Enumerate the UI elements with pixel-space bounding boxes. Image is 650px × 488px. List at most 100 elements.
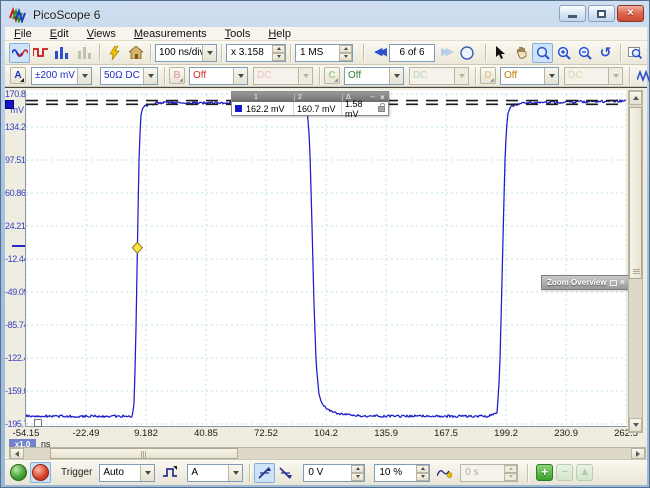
rising-edge-button[interactable] xyxy=(254,463,275,483)
trigger-level-spinner[interactable]: 0 V xyxy=(303,464,365,482)
falling-edge-button[interactable] xyxy=(275,463,296,483)
legend-close-button[interactable]: × xyxy=(377,93,388,102)
vertical-scrollbar[interactable] xyxy=(628,90,643,433)
menu-edit[interactable]: Edit xyxy=(41,28,78,40)
ruler1-value: 162.2 mV xyxy=(246,104,285,114)
channel-d-range-select[interactable]: Off xyxy=(500,67,559,85)
vertical-scrollbar-thumb[interactable] xyxy=(629,107,642,279)
channel-a-options-button[interactable]: A xyxy=(10,67,26,84)
scroll-down-button[interactable] xyxy=(629,418,642,432)
buffer-index-value: 6 of 6 xyxy=(399,47,424,58)
minimize-button[interactable] xyxy=(559,5,586,22)
pointer-tool-button[interactable] xyxy=(490,43,511,63)
trigger-marker[interactable] xyxy=(132,242,142,253)
channel-d-coupling-select[interactable]: DC xyxy=(564,67,623,85)
signal-generator-button[interactable] xyxy=(30,43,51,63)
thumb-grip xyxy=(633,269,640,274)
zoom-out-button[interactable] xyxy=(574,43,595,63)
hand-tool-button[interactable] xyxy=(511,43,532,63)
spinner-arrows-icon[interactable] xyxy=(351,465,364,481)
trigger-delay-value: 0 s xyxy=(461,467,504,478)
menu-tools[interactable]: Tools xyxy=(216,28,260,40)
stop-capture-button[interactable] xyxy=(32,464,49,481)
channel-a-range-select[interactable]: ±200 mV xyxy=(31,67,92,85)
channel-a-coupling-select[interactable]: 50Ω DC xyxy=(100,67,158,85)
waveforms-icon xyxy=(637,70,650,82)
channel-b-coupling-select[interactable]: DC xyxy=(253,67,313,85)
zoom-factor-spinner[interactable]: x 3.158 xyxy=(226,44,286,62)
trigger-delay-spinner[interactable]: 0 s xyxy=(460,464,518,482)
channel-c-label: C xyxy=(328,70,335,81)
home-button[interactable] xyxy=(125,43,146,63)
probes-button[interactable] xyxy=(634,66,650,86)
ruler2-header: 2 xyxy=(294,94,342,101)
spinner-arrows-icon[interactable] xyxy=(272,45,285,61)
scroll-right-button[interactable] xyxy=(631,448,645,459)
next-buffer-button[interactable]: ▶▶ xyxy=(435,43,456,63)
scroll-left-button[interactable] xyxy=(10,448,24,459)
timebase-select[interactable]: 100 ns/div xyxy=(155,44,217,62)
menu-measurements[interactable]: Measurements xyxy=(125,28,216,40)
chevron-down-icon xyxy=(454,68,468,84)
buffer-navigator-button[interactable] xyxy=(456,43,477,63)
client-area: File Edit Views Measurements Tools Help xyxy=(5,27,647,485)
channel-b-range-select[interactable]: Off xyxy=(189,67,248,85)
spinner-arrows-icon[interactable] xyxy=(339,45,352,61)
start-capture-button[interactable] xyxy=(10,464,27,481)
chevron-down-icon xyxy=(202,45,216,61)
channel-a-label: A xyxy=(14,70,21,81)
y-tick-label: 134.2 xyxy=(5,121,24,133)
menu-views[interactable]: Views xyxy=(78,28,125,40)
horizontal-scrollbar-thumb[interactable] xyxy=(50,448,238,459)
zoom-in-icon xyxy=(557,46,571,60)
prev-buffer-button[interactable]: ◀◀ xyxy=(368,43,389,63)
menu-help[interactable]: Help xyxy=(259,28,300,40)
buffer-index-field[interactable]: 6 of 6 xyxy=(389,44,435,62)
close-icon: × xyxy=(627,8,633,19)
close-button[interactable]: × xyxy=(617,5,644,22)
edit-measurement-button[interactable]: ▲ xyxy=(576,464,593,481)
falling-edge-icon xyxy=(279,467,292,479)
undo-zoom-button[interactable]: ↺ xyxy=(595,43,616,63)
zoom-in-button[interactable] xyxy=(553,43,574,63)
channel-c-coupling-select[interactable]: DC xyxy=(409,67,469,85)
trigger-mode-select[interactable]: Auto xyxy=(99,464,155,482)
zoom-overview-close-button[interactable]: × xyxy=(620,278,625,287)
channel-b-options-button[interactable]: B xyxy=(169,67,185,84)
pre-trigger-spinner[interactable]: 10 % xyxy=(374,464,430,482)
spectrum-mode-button[interactable] xyxy=(51,43,72,63)
zoom-overview-button[interactable] xyxy=(625,43,646,63)
scroll-up-button[interactable] xyxy=(629,91,642,105)
x-tick-label: 104.2 xyxy=(314,428,338,439)
trigger-source-value: A xyxy=(188,467,228,478)
maximize-button[interactable] xyxy=(588,5,615,22)
channel-c-options-button[interactable]: C xyxy=(324,67,340,84)
trigger-source-select[interactable]: A xyxy=(187,464,243,482)
channel-c-range-select[interactable]: Off xyxy=(344,67,404,85)
samples-spinner[interactable]: 1 MS xyxy=(295,44,353,62)
scope-mode-button[interactable] xyxy=(9,43,30,63)
waveform-plot[interactable] xyxy=(26,90,626,426)
zoom-overview-panel[interactable]: Zoom Overview × xyxy=(541,275,629,290)
window-title: PicoScope 6 xyxy=(33,8,100,22)
marquee-zoom-button[interactable] xyxy=(532,43,553,63)
post-trigger-delay-button[interactable] xyxy=(434,463,455,483)
channel-d-options-button[interactable]: D xyxy=(480,67,496,84)
time-ruler-handle[interactable] xyxy=(34,419,42,427)
add-measurement-button[interactable]: + xyxy=(536,464,553,481)
persistence-mode-button[interactable] xyxy=(74,43,95,63)
spinner-arrows-icon xyxy=(504,465,517,481)
channel-c-coupling-value: DC xyxy=(410,70,454,81)
channel-a-axis-marker[interactable] xyxy=(5,100,14,109)
connect-device-button[interactable] xyxy=(104,43,125,63)
menu-file[interactable]: File xyxy=(5,28,41,40)
up-arrow-icon xyxy=(633,96,639,100)
ruler-legend[interactable]: 1 2 Δ – × 162.2 mV 160.7 mV 1.58 mV xyxy=(231,91,389,116)
channel-a-range-value: ±200 mV xyxy=(32,70,77,81)
square-wave-icon xyxy=(33,47,48,58)
float-panel-icon[interactable] xyxy=(610,280,617,286)
delete-measurement-button[interactable]: − xyxy=(556,464,573,481)
advanced-trigger-button[interactable] xyxy=(159,463,180,483)
spinner-arrows-icon[interactable] xyxy=(416,465,429,481)
lock-icon[interactable] xyxy=(378,106,385,112)
